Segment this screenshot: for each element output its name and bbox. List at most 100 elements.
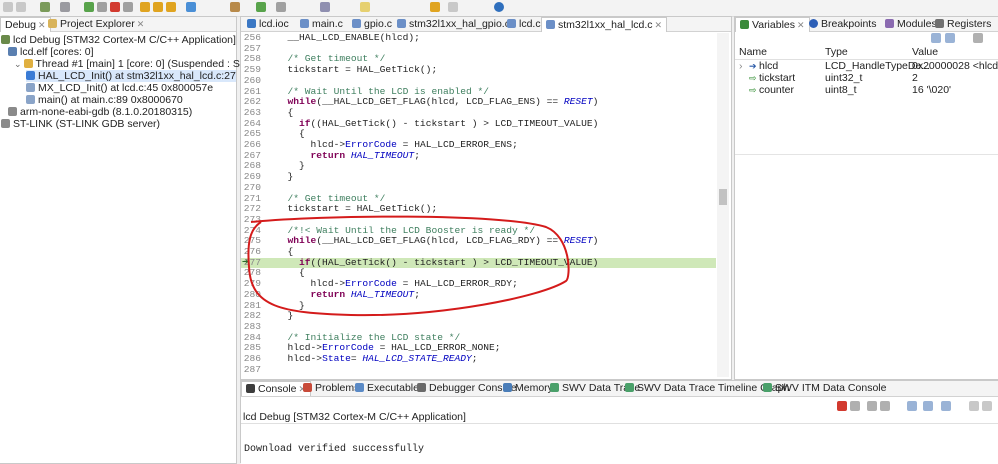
open-console-icon[interactable] <box>941 401 951 411</box>
tab-label: main.c <box>312 18 343 30</box>
maximize-icon[interactable] <box>982 401 992 411</box>
editor-vertical-scrollbar[interactable] <box>717 33 729 377</box>
search-icon[interactable] <box>320 2 330 12</box>
tab-stm32l1xx-hal-gpio-c[interactable]: stm32l1xx_hal_gpio.c <box>393 17 514 31</box>
scrollbar-thumb[interactable] <box>719 189 727 205</box>
terminate-icon[interactable] <box>110 2 120 12</box>
c-file-icon <box>546 20 555 29</box>
variable-row-tickstart[interactable]: ⇨ tickstart uint32_t 2 <box>735 72 998 84</box>
code-line[interactable]: 272 tickstart = HAL_GetTick(); <box>241 203 716 215</box>
clear-console-icon[interactable] <box>867 401 877 411</box>
code-line[interactable]: 267 return HAL_TIMEOUT; <box>241 149 716 162</box>
display-selected-console-icon[interactable] <box>923 401 933 411</box>
tab-project-explorer[interactable]: Project Explorer ✕ <box>44 17 148 31</box>
build-icon[interactable] <box>230 2 240 12</box>
collapse-all-icon[interactable] <box>945 33 955 43</box>
tree-item-stlink[interactable]: ST-LINK (ST-LINK GDB server) <box>1 118 160 130</box>
swv-icon <box>550 383 559 392</box>
info-icon[interactable] <box>494 2 504 12</box>
close-icon[interactable]: ✕ <box>655 20 663 30</box>
remove-launch-icon[interactable] <box>850 401 860 411</box>
tab-stm32l1xx-hal-lcd-c[interactable]: stm32l1xx_hal_lcd.c ✕ <box>541 17 668 32</box>
chevron-down-icon[interactable]: ⌄ <box>14 59 22 69</box>
code-text: { <box>276 106 294 118</box>
column-header-type[interactable]: Type <box>825 46 848 58</box>
toggle-mark-icon[interactable] <box>360 2 370 12</box>
tree-item-launch[interactable]: lcd Debug [STM32 Cortex-M C/C++ Applicat… <box>1 34 236 46</box>
code-line[interactable]: 282 } <box>241 310 716 322</box>
variable-row-hlcd[interactable]: › ➔ hlcd LCD_HandleTypeDe... 0x20000028 … <box>735 60 998 72</box>
external-tools-icon[interactable] <box>276 2 286 12</box>
variable-value[interactable]: 0x20000028 <hlcd> <box>912 60 998 72</box>
code-line[interactable]: 280 return HAL_TIMEOUT; <box>241 289 716 301</box>
tab-gpio-c[interactable]: gpio.c <box>348 17 396 31</box>
debug-icon[interactable] <box>40 2 50 12</box>
code-line[interactable]: 275 while(__HAL_LCD_GET_FLAG(hlcd, LCD_F… <box>241 235 716 247</box>
modules-icon <box>885 19 894 28</box>
tab-main-c[interactable]: main.c <box>296 17 347 31</box>
run-icon[interactable] <box>256 2 266 12</box>
close-icon[interactable]: ✕ <box>797 20 805 30</box>
tree-item-label: Thread #1 [main] 1 [core: 0] (Suspended … <box>35 58 258 70</box>
close-icon[interactable]: ✕ <box>137 19 145 29</box>
code-line[interactable]: 281 } <box>241 300 716 312</box>
code-line[interactable]: 262 while(__HAL_LCD_GET_FLAG(hlcd, LCD_F… <box>241 96 716 108</box>
stack-frame-icon <box>26 71 35 80</box>
variables-icon <box>740 20 749 29</box>
restart-icon[interactable] <box>186 2 196 12</box>
code-text: return HAL_TIMEOUT; <box>310 149 420 161</box>
scroll-lock-icon[interactable] <box>880 401 890 411</box>
chevron-right-icon[interactable]: › <box>739 60 743 72</box>
terminate-icon[interactable] <box>837 401 847 411</box>
code-editor[interactable]: 256 __HAL_LCD_ENABLE(hlcd); 257 258 /* Get… <box>241 33 716 377</box>
save-icon[interactable] <box>3 2 13 12</box>
code-text: { <box>276 246 294 257</box>
tab-debug[interactable]: Debug ✕ <box>0 17 51 32</box>
back-icon[interactable] <box>430 2 440 12</box>
tab-label: Registers <box>947 18 992 30</box>
step-return-icon[interactable] <box>166 2 176 12</box>
code-line[interactable]: 269 } <box>241 171 716 183</box>
view-menu-icon[interactable] <box>973 33 983 43</box>
tab-swv-itm-data-console[interactable]: SWV ITM Data Console <box>759 381 890 395</box>
forward-icon[interactable] <box>448 2 458 12</box>
code-text: if((HAL_GetTick() - tickstart ) > LCD_TI… <box>299 256 599 268</box>
tree-item-frame-hal-lcd-init[interactable]: HAL_LCD_Init() at stm32l1xx_hal_lcd.c:27… <box>26 70 236 82</box>
tree-item-frame-main[interactable]: main() at main.c:89 0x8000670 <box>26 94 183 106</box>
show-type-names-icon[interactable] <box>931 33 941 43</box>
step-into-icon[interactable] <box>140 2 150 12</box>
skip-breakpoints-icon[interactable] <box>60 2 70 12</box>
code-line[interactable]: 264 if((HAL_GetTick() - tickstart ) > LC… <box>241 118 716 130</box>
tab-lcd-ioc[interactable]: lcd.ioc <box>243 17 293 31</box>
variable-value[interactable]: 2 <box>912 72 918 84</box>
variable-value[interactable]: 16 '\020' <box>912 84 951 96</box>
step-over-icon[interactable] <box>153 2 163 12</box>
tree-item-label: lcd Debug [STM32 Cortex-M C/C++ Applicat… <box>13 34 236 46</box>
code-line[interactable]: 286 hlcd->State= HAL_LCD_STATE_READY; <box>241 353 716 365</box>
save-all-icon[interactable] <box>16 2 26 12</box>
console-output-area[interactable]: Download verified successfully <box>241 423 998 464</box>
variables-divider <box>735 154 998 155</box>
code-line[interactable]: 256 __HAL_LCD_ENABLE(hlcd); <box>241 33 716 44</box>
suspend-icon[interactable] <box>97 2 107 12</box>
tab-lcd-c[interactable]: lcd.c <box>503 17 545 31</box>
tree-item-gdb[interactable]: arm-none-eabi-gdb (8.1.0.20180315) <box>8 106 192 118</box>
column-header-value[interactable]: Value <box>912 46 938 58</box>
code-text: } <box>276 160 305 172</box>
column-header-name[interactable]: Name <box>739 46 767 58</box>
code-line-current[interactable]: 277 if((HAL_GetTick() - tickstart ) > LC… <box>241 256 716 269</box>
code-line[interactable]: 287 <box>241 364 716 376</box>
pin-console-icon[interactable] <box>907 401 917 411</box>
resume-icon[interactable] <box>84 2 94 12</box>
code-line[interactable]: 259 tickstart = HAL_GetTick(); <box>241 64 716 76</box>
tab-registers[interactable]: Registers <box>931 17 995 31</box>
minimize-icon[interactable] <box>969 401 979 411</box>
tree-item-frame-mx-lcd-init[interactable]: MX_LCD_Init() at lcd.c:45 0x800057e <box>26 82 213 94</box>
tree-item-elf[interactable]: lcd.elf [cores: 0] <box>8 46 94 58</box>
variable-row-counter[interactable]: ⇨ counter uint8_t 16 '\020' <box>735 84 998 96</box>
disconnect-icon[interactable] <box>123 2 133 12</box>
tab-breakpoints[interactable]: Breakpoints <box>805 17 880 31</box>
tab-variables[interactable]: Variables ✕ <box>735 17 810 32</box>
tree-item-thread[interactable]: ⌄ Thread #1 [main] 1 [core: 0] (Suspended… <box>14 58 258 70</box>
code-line[interactable]: 268 } <box>241 161 716 172</box>
